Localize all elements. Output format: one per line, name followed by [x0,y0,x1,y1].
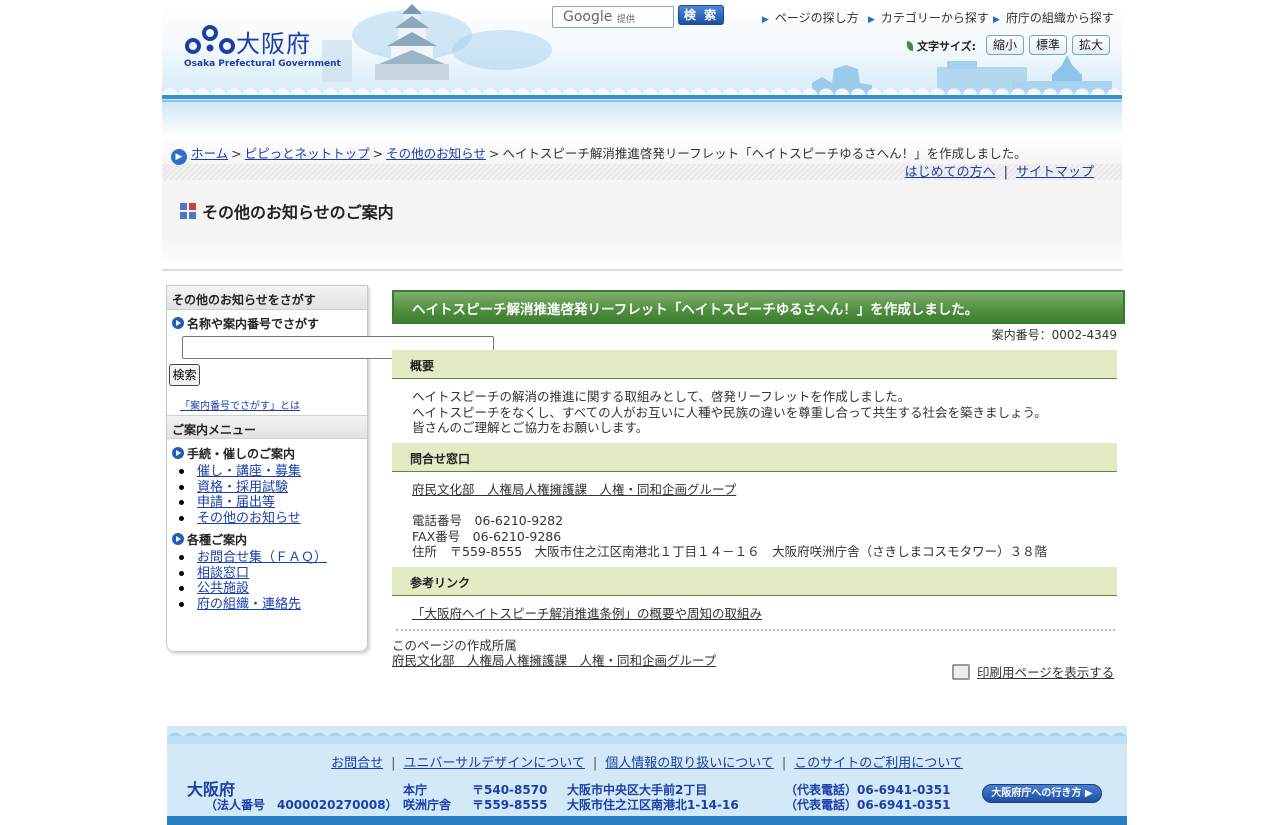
reference-links-heading: 参考リンク [392,567,1117,596]
google-label: Google [563,9,613,25]
print-page-link[interactable]: 印刷用ページを表示する [977,665,1114,681]
contact-details: 電話番号 06-6210-9282 FAX番号 06-6210-9286 住所 … [412,513,1047,560]
breadcrumb-home[interactable]: ホーム [191,146,228,161]
procedures-list: 催し・講座・募集 資格・採用試験 申請・届出等 その他のお知らせ [167,464,367,526]
address-sakishima: 大阪市住之江区南港北1-14-16 [567,798,739,812]
site-header: 大阪府 Osaka Prefectural Government Google … [162,0,1122,136]
breadcrumb-area: ▶ ホーム > ピピっとネットトップ > その他のお知らせ > ヘイトスピーチ解消推進啓発リ… [162,136,1122,271]
footer-corp-number: （法人番号 4000020270008） [205,798,398,812]
public-facilities-link[interactable]: 公共施設 [197,581,249,596]
list-item: その他のお知らせ [179,511,367,527]
arrow-circle-icon [172,447,184,459]
other-notices-link[interactable]: その他のお知らせ [197,511,301,526]
events-link[interactable]: 催し・講座・募集 [197,464,301,479]
sitemap-link[interactable]: サイトマップ [1016,165,1094,180]
provided-label: 提供 [617,15,636,25]
breadcrumb-other-notices[interactable]: その他のお知らせ [386,146,486,161]
header-band [162,95,1122,99]
author-department-link[interactable]: 府民文化部 人権局人権擁護課 人権・同和企画グループ [392,653,716,669]
triangle-right-icon: ▶ [1084,788,1093,799]
list-item: 資格・採用試験 [179,480,367,496]
contact-heading: 問合せ窓口 [392,443,1117,472]
footer-bottom-bar [167,816,1127,825]
contact-fax: FAX番号 06-6210-9286 [412,528,562,544]
arrow-circle-icon [172,317,184,329]
footer-ud-link[interactable]: ユニバーサルデザインについて [404,756,585,771]
author-label: このページの作成所属 [392,638,517,653]
footer-contact-link[interactable]: お問合せ [331,756,383,771]
osaka-logo[interactable]: 大阪府 Osaka Prefectural Government [184,20,341,72]
sidebar-menu-heading: ご案内メニュー [167,415,367,439]
font-size-label: 文字サイズ: [907,38,976,54]
ordinance-link[interactable]: 「大阪府ヘイトスピーチ解消推進条例」の概要や周知の取組み [412,606,762,622]
sidebar: その他のお知らせをさがす 名称や案内番号でさがす 検索 「案内番号でさがす」とは… [166,285,494,652]
arrow-circle-icon [172,533,184,545]
footer-links: お問合せ | ユニバーサルデザインについて | 個人情報の取り扱いについて | このサイトの… [331,756,963,771]
guide-number-help-link[interactable]: 「案内番号でさがす」とは [180,397,300,412]
divider [396,629,1115,631]
section-title: その他のお知らせのご案内 [180,199,394,223]
contact-department-link[interactable]: 府民文化部 人権局人権擁護課 人権・同和企画グループ [412,482,736,498]
footer-wave [167,736,1127,744]
breadcrumb-arrow-icon: ▶ [171,149,187,165]
header-scallop-decoration [162,80,1122,96]
cloud-decoration [452,30,552,70]
applications-link[interactable]: 申請・届出等 [197,495,275,510]
first-visit-link[interactable]: はじめての方へ [905,165,996,180]
sidebar-group-procedures: 手続・催しのご案内 [167,445,367,462]
font-small-button[interactable]: 縮小 [986,35,1024,55]
office-sakishima: 咲洲庁舎 [403,798,452,812]
leaf-icon [907,41,913,51]
printer-icon [952,664,970,680]
overview-text: ヘイトスピーチの解消の推進に関する取組みとして、啓発リーフレットを作成しました。… [412,389,1047,435]
footer-privacy-link[interactable]: 個人情報の取り扱いについて [605,756,774,771]
breadcrumb-current: ヘイトスピーチ解消推進啓発リーフレット「ヘイトスピーチゆるさへん！」を作成しまし… [502,146,1027,161]
nav-category-search[interactable]: ▶ カテゴリーから探す [868,9,989,26]
breadcrumb-pipitto-top[interactable]: ピピっとネットトップ [245,146,370,161]
guide-number: 案内番号：0002-4349 [991,328,1117,342]
overview-heading: 概要 [392,350,1117,379]
list-item: 公共施設 [179,581,367,597]
site-search-button[interactable]: 検 索 [678,5,724,25]
faq-link[interactable]: お問合せ集（ＦＡＱ） [197,550,327,565]
tel-sakishima: （代表電話）06-6941-0351 [785,798,951,812]
zip-sakishima: 〒559-8555 [472,798,548,812]
footer-terms-link[interactable]: このサイトのご利用について [794,756,963,771]
nav-organization-search[interactable]: ▶ 府庁の組織から探す [993,9,1114,26]
consultation-link[interactable]: 相談窓口 [197,566,249,581]
access-directions-button[interactable]: 大阪府庁への行き方 ▶ [982,784,1102,803]
triangle-right-icon: ▶ [868,15,875,25]
logo-name: 大阪府 [236,30,311,58]
sidebar-search-heading: その他のお知らせをさがす [167,286,367,310]
page-title: ヘイトスピーチ解消推進啓発リーフレット「ヘイトスピーチゆるさへん！」を作成しまし… [392,290,1125,324]
organization-link[interactable]: 府の組織・連絡先 [197,597,301,612]
font-large-button[interactable]: 拡大 [1072,35,1110,55]
sidebar-search-button[interactable]: 検索 [169,364,200,386]
breadcrumb: ホーム > ピピっとネットトップ > その他のお知らせ > ヘイトスピーチ解消推進啓発リーフ… [191,146,1027,161]
osaka-emblem-icon [185,25,235,54]
nav-page-guide[interactable]: ▶ ページの探し方 [762,9,859,26]
list-item: 府の組織・連絡先 [179,597,367,613]
sidebar-search-subheading: 名称や案内番号でさがす [167,315,367,332]
contact-tel: 電話番号 06-6210-9282 [412,513,564,528]
site-footer: お問合せ | ユニバーサルデザインについて | 個人情報の取り扱いについて | このサイトの… [167,726,1127,825]
sidebar-menu: 手続・催しのご案内 催し・講座・募集 資格・採用試験 申請・届出等 その他のお知… [167,445,367,612]
list-item: 申請・届出等 [179,495,367,511]
site-search-input[interactable]: Google 提供 [552,6,674,28]
squares-icon [180,203,196,219]
osaka-castle-illustration [375,4,449,80]
exams-link[interactable]: 資格・採用試験 [197,480,288,495]
triangle-right-icon: ▶ [762,15,769,25]
logo-english: Osaka Prefectural Government [184,59,341,69]
guides-list: お問合せ集（ＦＡＱ） 相談窓口 公共施設 府の組織・連絡先 [167,550,367,612]
header-fade [162,102,1122,136]
triangle-right-icon: ▶ [993,15,1000,25]
list-item: お問合せ集（ＦＡＱ） [179,550,367,566]
sidebar-group-guides: 各種ご案内 [167,531,367,548]
list-item: 相談窓口 [179,566,367,582]
contact-address: 住所 〒559-8555 大阪市住之江区南港北１丁目１４－１６ 大阪府咲洲庁舎（… [412,544,1048,559]
list-item: 催し・講座・募集 [179,464,367,480]
sub-links: はじめての方へ | サイトマップ [904,165,1094,180]
font-standard-button[interactable]: 標準 [1029,35,1067,55]
